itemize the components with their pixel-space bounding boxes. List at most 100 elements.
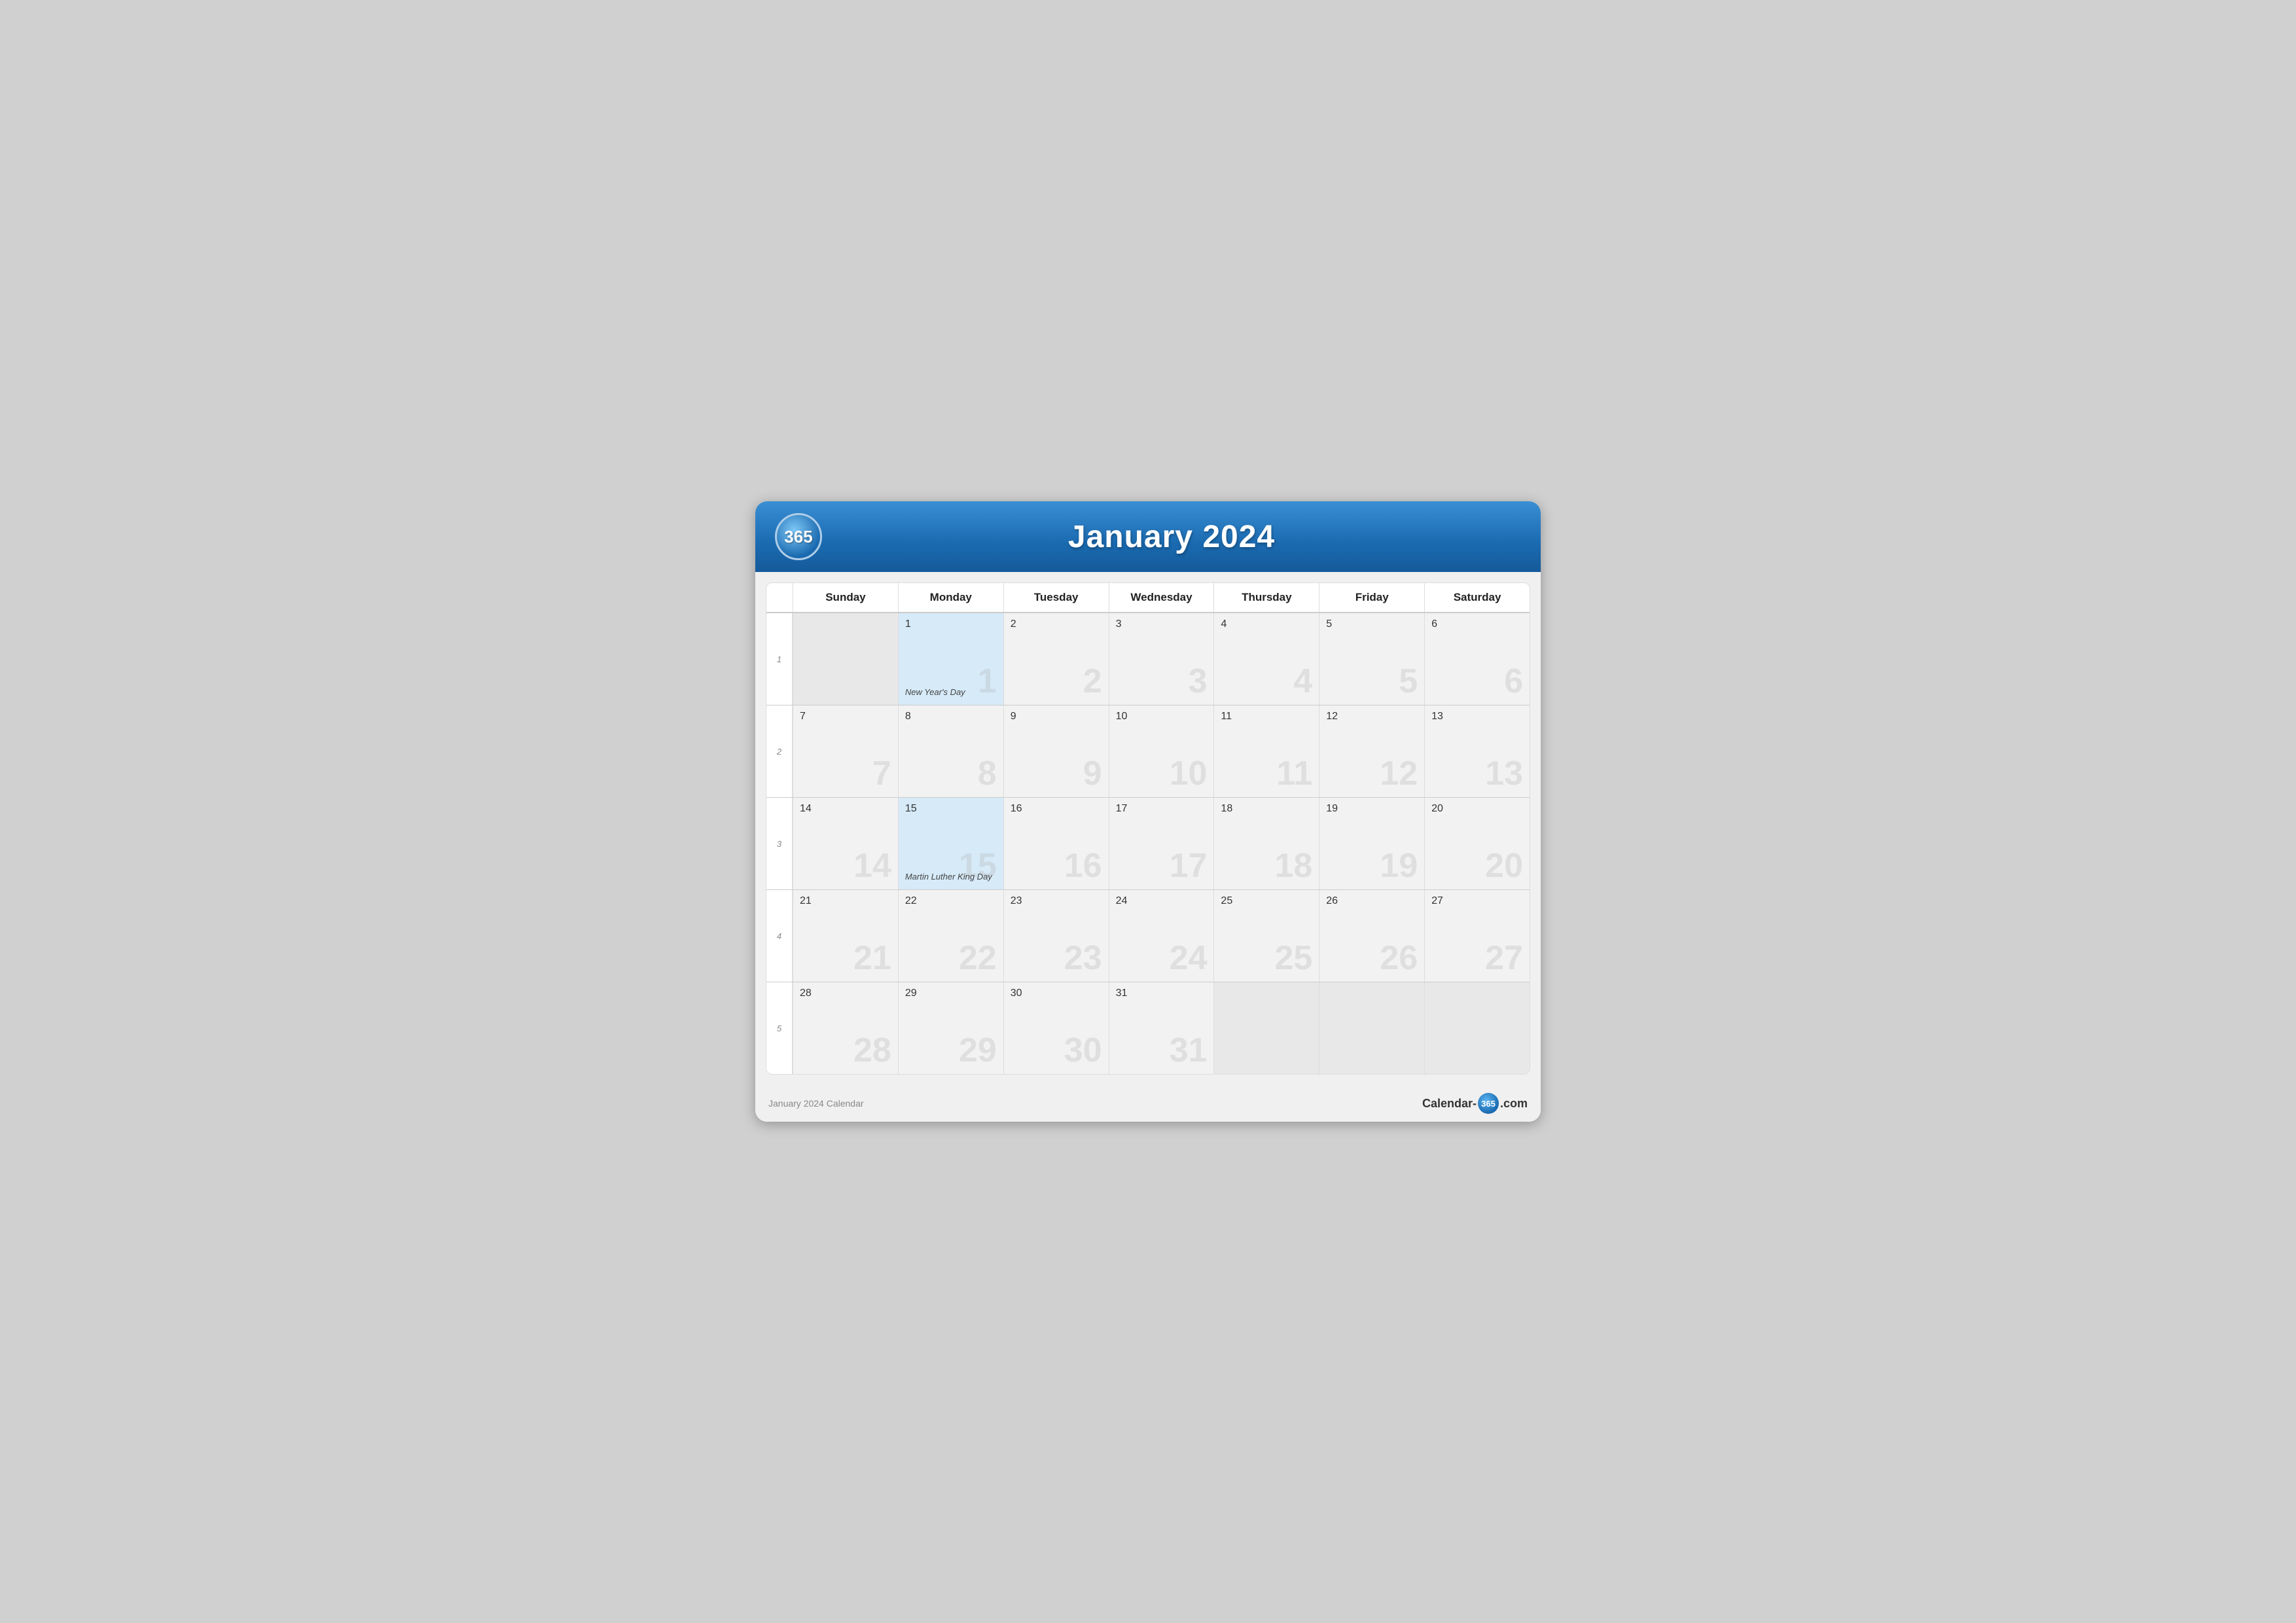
day-watermark: 24	[1170, 941, 1208, 975]
day-number: 26	[1326, 895, 1418, 907]
footer-brand-badge: 365	[1478, 1093, 1499, 1114]
day-watermark: 13	[1485, 757, 1523, 791]
day-cell[interactable]: 44	[1213, 613, 1319, 705]
day-number: 10	[1116, 711, 1208, 722]
day-number: 24	[1116, 895, 1208, 907]
day-header-saturday: Saturday	[1424, 583, 1530, 612]
day-number: 14	[800, 803, 891, 815]
week-number: 1	[766, 613, 793, 705]
day-cell[interactable]: 1818	[1213, 798, 1319, 889]
day-cell[interactable]: 14 14	[793, 798, 898, 889]
day-header-tuesday: Tuesday	[1003, 583, 1109, 612]
day-cell[interactable]: 10 10	[1109, 705, 1214, 797]
day-number: 29	[905, 988, 997, 999]
day-number: 1	[905, 618, 997, 630]
day-watermark: 28	[853, 1033, 891, 1067]
day-watermark: 5	[1399, 664, 1418, 698]
day-cell[interactable]: 2525	[1213, 890, 1319, 982]
day-cell[interactable]: 55	[1319, 613, 1424, 705]
day-cell[interactable]: 22 22	[898, 890, 1003, 982]
day-watermark: 14	[853, 849, 891, 883]
day-cell[interactable]: 66	[1424, 613, 1530, 705]
day-cell[interactable]: 29 29	[898, 982, 1003, 1074]
calendar-week-row: 111New Year's Day2233445566	[766, 613, 1530, 705]
day-cell[interactable]: 1919	[1319, 798, 1424, 889]
calendar-week-row: 314141515Martin Luther King Day161617171…	[766, 798, 1530, 890]
day-cell[interactable]: 99	[1003, 705, 1109, 797]
day-cell[interactable]: 1717	[1109, 798, 1214, 889]
day-number: 28	[800, 988, 891, 999]
day-cell[interactable]	[1424, 982, 1530, 1074]
calendar-week-row: 27788991010111112121313	[766, 705, 1530, 798]
day-watermark: 22	[959, 941, 997, 975]
day-watermark: 1	[978, 664, 997, 698]
day-watermark: 29	[959, 1033, 997, 1067]
day-watermark: 10	[1170, 757, 1208, 791]
day-number: 20	[1431, 803, 1523, 815]
day-cell[interactable]: 3030	[1003, 982, 1109, 1074]
day-header-friday: Friday	[1319, 583, 1424, 612]
day-number: 5	[1326, 618, 1418, 630]
footer-brand: Calendar- 365 .com	[1422, 1093, 1528, 1114]
day-watermark: 8	[978, 757, 997, 791]
day-number: 22	[905, 895, 997, 907]
day-cell[interactable]: 28 28	[793, 982, 898, 1074]
day-number: 2	[1011, 618, 1102, 630]
day-cell[interactable]: 3131	[1109, 982, 1214, 1074]
day-cell[interactable]: 2727	[1424, 890, 1530, 982]
day-cell[interactable]: 1111	[1213, 705, 1319, 797]
day-number: 23	[1011, 895, 1102, 907]
calendar-container: Sunday Monday Tuesday Wednesday Thursday…	[766, 582, 1530, 1075]
day-header-wednesday: Wednesday	[1109, 583, 1214, 612]
day-cell[interactable]: 1 1 New Year's Day	[898, 613, 1003, 705]
footer-brand-suffix: .com	[1500, 1097, 1528, 1111]
day-number: 15	[905, 803, 997, 815]
day-cell[interactable]: 2020	[1424, 798, 1530, 889]
day-cell[interactable]: 2626	[1319, 890, 1424, 982]
day-cell[interactable]: 2121	[793, 890, 898, 982]
day-watermark: 19	[1380, 849, 1418, 883]
day-watermark: 9	[1083, 757, 1102, 791]
holiday-label: New Year's Day	[905, 687, 965, 697]
day-number: 27	[1431, 895, 1523, 907]
day-cell[interactable]: 1212	[1319, 705, 1424, 797]
week-number: 3	[766, 798, 793, 889]
day-header-sunday: Sunday	[793, 583, 898, 612]
day-watermark: 21	[853, 941, 891, 975]
day-cell[interactable]: 1616	[1003, 798, 1109, 889]
day-cell[interactable]: 1313	[1424, 705, 1530, 797]
calendar-title: January 2024	[822, 519, 1521, 555]
day-watermark: 7	[872, 757, 891, 791]
day-cell[interactable]: 23 23	[1003, 890, 1109, 982]
day-cell[interactable]: 24 24	[1109, 890, 1214, 982]
day-cell[interactable]	[1319, 982, 1424, 1074]
calendar-body: 111New Year's Day22334455662778899101011…	[766, 613, 1530, 1074]
day-cell[interactable]: 88	[898, 705, 1003, 797]
day-header-monday: Monday	[898, 583, 1003, 612]
day-cell[interactable]: 22	[1003, 613, 1109, 705]
calendar-week-row: 42121222223232424252526262727	[766, 890, 1530, 982]
day-cell[interactable]: 1515Martin Luther King Day	[898, 798, 1003, 889]
day-number: 8	[905, 711, 997, 722]
calendar-page: 365 January 2024 Sunday Monday Tuesday W…	[755, 501, 1541, 1122]
day-header-thursday: Thursday	[1213, 583, 1319, 612]
day-watermark: 20	[1485, 849, 1523, 883]
week-number: 2	[766, 705, 793, 797]
day-number: 30	[1011, 988, 1102, 999]
day-watermark: 11	[1276, 757, 1312, 791]
day-cell[interactable]: 33	[1109, 613, 1214, 705]
day-watermark: 12	[1380, 757, 1418, 791]
day-cell[interactable]	[1213, 982, 1319, 1074]
footer-caption: January 2024 Calendar	[768, 1098, 864, 1109]
day-cell[interactable]	[793, 613, 898, 705]
day-cell[interactable]: 77	[793, 705, 898, 797]
day-watermark: 23	[1064, 941, 1102, 975]
footer-brand-prefix: Calendar-	[1422, 1097, 1477, 1111]
day-number: 17	[1116, 803, 1208, 815]
calendar-header: 365 January 2024	[755, 501, 1541, 572]
day-watermark: 16	[1064, 849, 1102, 883]
days-header: Sunday Monday Tuesday Wednesday Thursday…	[766, 583, 1530, 613]
day-number: 31	[1116, 988, 1208, 999]
day-number: 3	[1116, 618, 1208, 630]
day-number: 16	[1011, 803, 1102, 815]
